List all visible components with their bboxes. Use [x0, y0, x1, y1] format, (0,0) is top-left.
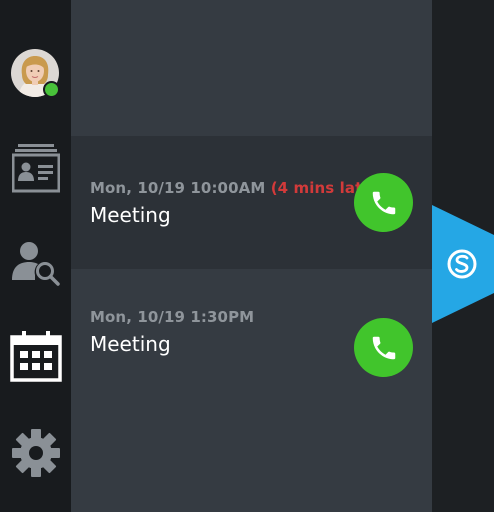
user-avatar[interactable]: [11, 49, 60, 98]
meeting-time-text: Mon, 10/19 10:00AM: [90, 179, 266, 197]
meetings-panel: Mon, 10/19 10:00AM (4 mins late) Meeting…: [71, 0, 432, 512]
meeting-time: Mon, 10/19 10:00AM (4 mins late): [90, 179, 380, 197]
meeting-item[interactable]: Mon, 10/19 10:00AM (4 mins late) Meeting: [71, 136, 432, 269]
meeting-title: Meeting: [90, 203, 171, 227]
contact-card-icon[interactable]: [12, 143, 60, 193]
meeting-time: Mon, 10/19 1:30PM: [90, 308, 254, 326]
join-call-button[interactable]: [354, 173, 413, 232]
presence-indicator: [43, 81, 60, 98]
calendar-icon[interactable]: [10, 330, 62, 382]
phone-icon: [372, 336, 395, 359]
settings-gear-icon[interactable]: [11, 428, 61, 478]
skype-side-tab[interactable]: [432, 205, 494, 323]
meeting-time-text: Mon, 10/19 1:30PM: [90, 308, 255, 326]
phone-icon: [372, 191, 395, 214]
meeting-title: Meeting: [90, 332, 171, 356]
nav-rail: [0, 0, 71, 512]
join-call-button[interactable]: [354, 318, 413, 377]
meeting-item[interactable]: Mon, 10/19 1:30PM Meeting: [71, 269, 432, 419]
search-people-icon[interactable]: [11, 238, 61, 288]
